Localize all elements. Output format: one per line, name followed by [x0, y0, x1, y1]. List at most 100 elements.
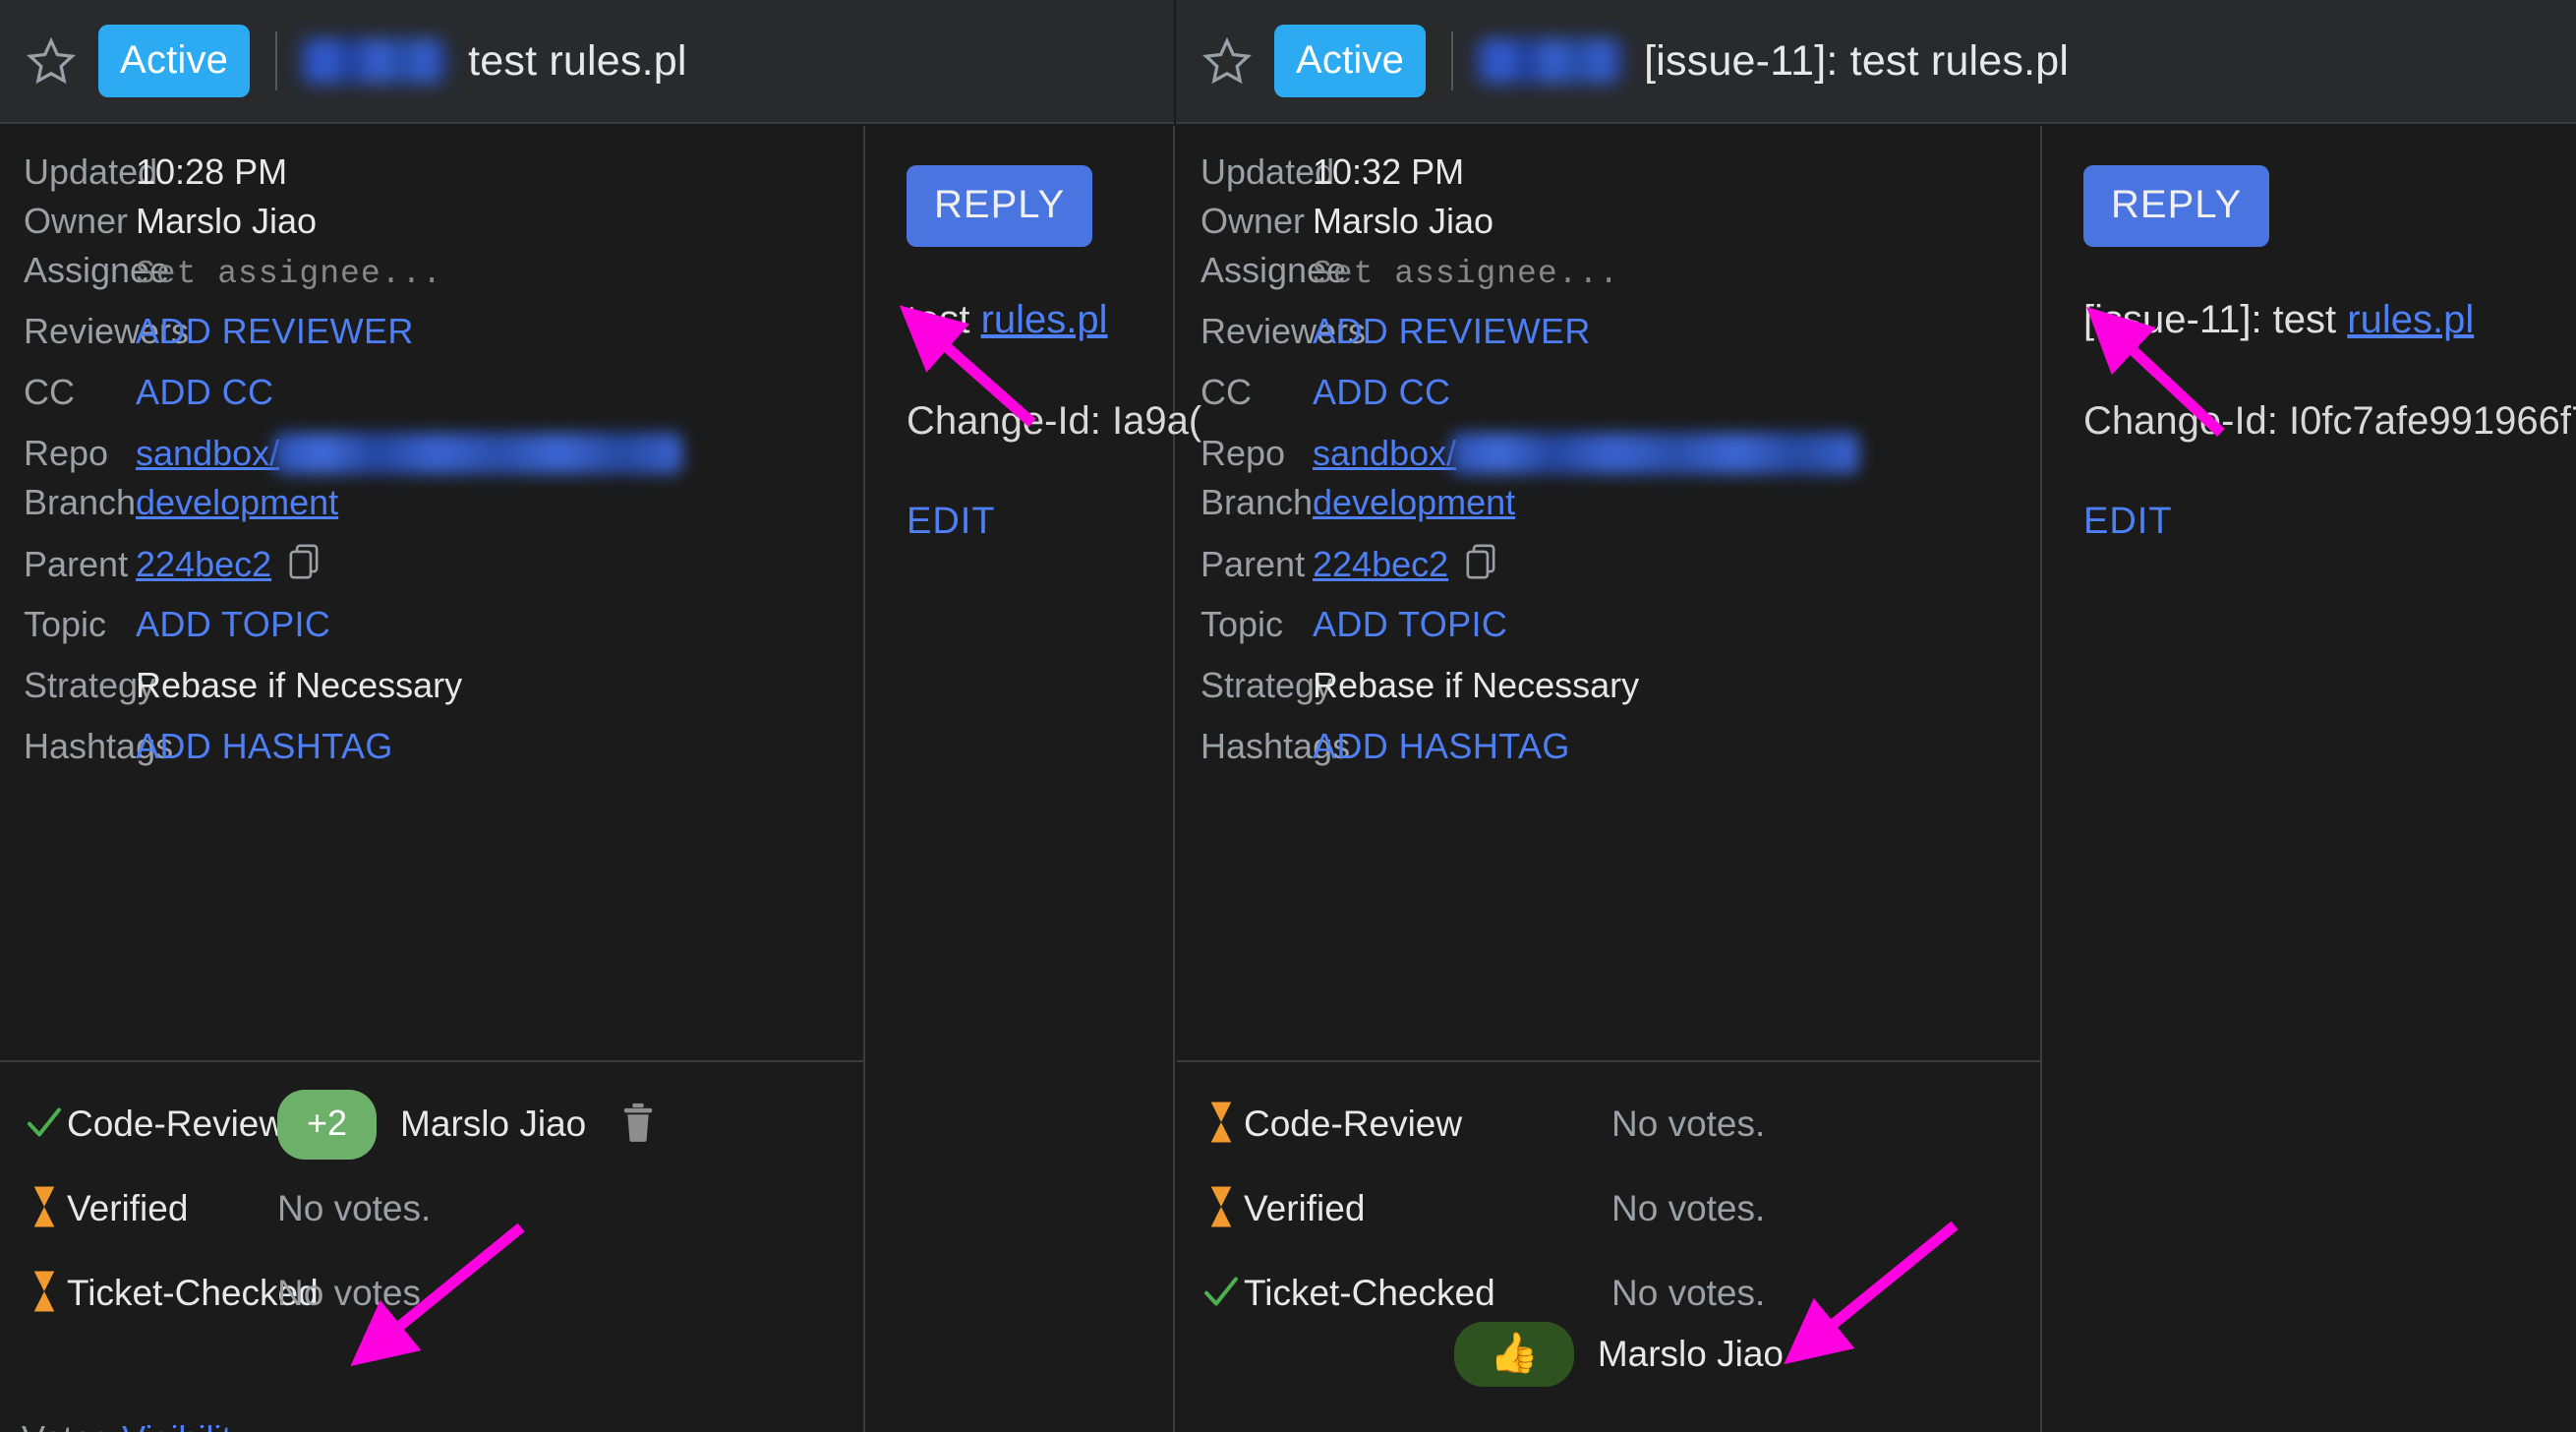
thumbs-up-icon[interactable]: 👍: [1454, 1322, 1574, 1387]
votes-visibility-label: Votes: [22, 1418, 110, 1432]
sidebar-row-updated: Updated 10:28 PM: [0, 151, 863, 201]
reply-button[interactable]: REPLY: [907, 165, 1093, 247]
edit-commit-message-link[interactable]: EDIT: [2083, 501, 2576, 543]
sidebar-row-hashtags-action[interactable]: ADD HASHTAG: [136, 726, 393, 767]
sidebar-row-topic: Topic ADD TOPIC: [1177, 604, 2040, 653]
repo-path-blurred[interactable]: [1450, 433, 1860, 474]
sidebar-row-strategy: Strategy Rebase if Necessary: [1177, 665, 2040, 714]
vote-row-code-review: Code-Review No votes.: [1177, 1082, 2040, 1166]
page-title: [issue-11]: test rules.pl: [1644, 36, 2070, 85]
sidebar-row-owner-value: Marslo Jiao: [136, 201, 318, 241]
sidebar-row-branch-value[interactable]: development: [136, 482, 338, 523]
sidebar-row-topic-action[interactable]: ADD TOPIC: [136, 604, 330, 645]
sidebar-row-owner-value: Marslo Jiao: [1313, 201, 1494, 241]
copy-icon[interactable]: [1464, 543, 1497, 585]
vote-row-code-review-state: No votes.: [1611, 1104, 1766, 1144]
vote-row-verified-label: Verified: [67, 1188, 189, 1228]
sidebar-row-owner: Owner Marslo Jiao: [1177, 201, 2040, 250]
sidebar-row-branch: Branch development: [0, 482, 863, 531]
sidebar-row-assignee: Assignee Set assignee...: [1177, 250, 2040, 299]
sidebar-row-reviewers: Reviewers ADD REVIEWER: [1177, 311, 2040, 360]
project-name-blurred[interactable]: [1477, 38, 1623, 84]
vote-row-verified-labelgroup: Verified: [22, 1185, 277, 1233]
commit-file-link[interactable]: rules.pl: [2347, 298, 2474, 341]
sidebar-row-reviewers: Reviewers ADD REVIEWER: [0, 311, 863, 360]
sidebar-row-hashtags-action[interactable]: ADD HASHTAG: [1313, 726, 1570, 767]
sidebar-row-repo-value[interactable]: sandbox/: [136, 433, 279, 474]
vote-row-verified-status-icon: [1199, 1185, 1244, 1233]
sidebar-row-reviewers-action[interactable]: ADD REVIEWER: [1313, 311, 1591, 352]
check-icon: [1201, 1272, 1241, 1316]
vote-row-verified-state: No votes.: [1611, 1188, 1766, 1228]
sidebar-row-parent-label: Parent: [24, 544, 129, 584]
sidebar-row-strategy: Strategy Rebase if Necessary: [0, 665, 863, 714]
sidebar-row-repo: Repo sandbox/: [0, 433, 863, 482]
sidebar-row-cc: CC ADD CC: [1177, 372, 2040, 421]
star-icon[interactable]: [1201, 35, 1253, 87]
copy-icon[interactable]: [287, 543, 321, 585]
sidebar-row-hashtags-label: Hashtags: [1200, 726, 1351, 766]
sidebar-row-parent-value-wrap: 224bec2: [136, 543, 321, 585]
sidebar-row-branch-label: Branch: [24, 482, 137, 522]
votes-visibility-link[interactable]: Visibility: [122, 1418, 249, 1432]
sidebar-row-cc-action[interactable]: ADD CC: [136, 372, 273, 413]
sidebar-row-strategy-value: Rebase if Necessary: [1313, 665, 1640, 705]
left-section-divider: [0, 1060, 863, 1062]
vote-row-code-review-status-icon: [1199, 1101, 1244, 1149]
vote-row-code-review-labelgroup: Code-Review: [22, 1103, 285, 1147]
status-badge[interactable]: Active: [1274, 25, 1427, 97]
sidebar-row-repo: Repo sandbox/: [1177, 433, 2040, 482]
sidebar-row-cc-label: CC: [24, 372, 75, 412]
right-metadata-list: Updated 10:32 PM Owner Marslo Jiao Assignee S…: [1177, 124, 2040, 775]
left-commit-message-panel: REPLY test rules.pl Change-Id: Ia9a( EDI…: [865, 124, 1214, 543]
sidebar-row-cc-action[interactable]: ADD CC: [1313, 372, 1450, 413]
hourglass-icon: [1206, 1185, 1236, 1233]
vote-score-chip[interactable]: +2: [277, 1089, 378, 1160]
hourglass-icon: [1206, 1101, 1236, 1149]
left-header-bar: Active test rules.pl: [0, 0, 1174, 124]
sidebar-row-repo-value[interactable]: sandbox/: [1313, 433, 1456, 474]
vote-row-ticket-checked-state: No votes.: [1611, 1273, 1766, 1313]
sidebar-row-strategy-label: Strategy: [24, 665, 156, 705]
vote-row-ticket-checked-labelgroup: Ticket-Checked: [22, 1270, 319, 1318]
sidebar-row-hashtags: Hashtags ADD HASHTAG: [1177, 726, 2040, 775]
sidebar-row-reviewers-action[interactable]: ADD REVIEWER: [136, 311, 414, 352]
reply-button[interactable]: REPLY: [2083, 165, 2270, 247]
sidebar-row-updated-value: 10:32 PM: [1313, 151, 1465, 192]
left-labels-section: Code-Review +2 Marslo Jiao Verified No votes…: [0, 1082, 863, 1336]
status-badge[interactable]: Active: [98, 25, 251, 97]
project-name-blurred[interactable]: [301, 38, 447, 84]
sidebar-row-cc: CC ADD CC: [0, 372, 863, 421]
sidebar-row-strategy-value: Rebase if Necessary: [136, 665, 463, 705]
sidebar-row-repo-value-wrap: sandbox/: [1313, 433, 1860, 474]
sidebar-row-updated-value: 10:28 PM: [136, 151, 288, 192]
vote-row-ticket-checked-status-icon: [22, 1270, 67, 1318]
sidebar-row-updated-label: Updated: [24, 151, 158, 192]
sidebar-row-branch: Branch development: [1177, 482, 2040, 531]
vote-row-verified-label: Verified: [1244, 1188, 1366, 1228]
header-separator: [1451, 31, 1454, 90]
sidebar-row-assignee-placeholder[interactable]: Set assignee...: [1313, 256, 1619, 292]
commit-subject-text: test: [907, 298, 981, 341]
sidebar-row-topic-action[interactable]: ADD TOPIC: [1313, 604, 1507, 645]
star-icon[interactable]: [26, 35, 77, 87]
vote-row-ticket-checked-status-icon: [1199, 1272, 1244, 1316]
sidebar-row-parent-value[interactable]: 224bec2: [136, 544, 271, 584]
vote-row-code-review: Code-Review +2 Marslo Jiao: [0, 1082, 863, 1166]
sidebar-row-reviewers-label: Reviewers: [24, 311, 190, 351]
sidebar-row-parent: Parent 224bec2: [1177, 543, 2040, 592]
sidebar-row-assignee-placeholder[interactable]: Set assignee...: [136, 256, 442, 292]
edit-commit-message-link[interactable]: EDIT: [907, 501, 1214, 543]
change-id-text: Change-Id: Ia9a(: [907, 399, 1202, 443]
sidebar-row-repo-value-wrap: sandbox/: [136, 433, 683, 474]
sidebar-row-parent-value[interactable]: 224bec2: [1313, 544, 1448, 584]
voter-name: Marslo Jiao: [400, 1104, 587, 1144]
repo-path-blurred[interactable]: [273, 433, 683, 474]
commit-subject-text: [issue-11]: test: [2083, 298, 2348, 341]
sidebar-row-branch-value[interactable]: development: [1313, 482, 1515, 523]
delete-icon[interactable]: [621, 1103, 655, 1147]
sidebar-row-strategy-label: Strategy: [1200, 665, 1333, 705]
commit-file-link[interactable]: rules.pl: [981, 298, 1108, 341]
sidebar-row-topic-label: Topic: [24, 604, 107, 644]
sidebar-row-topic: Topic ADD TOPIC: [0, 604, 863, 653]
